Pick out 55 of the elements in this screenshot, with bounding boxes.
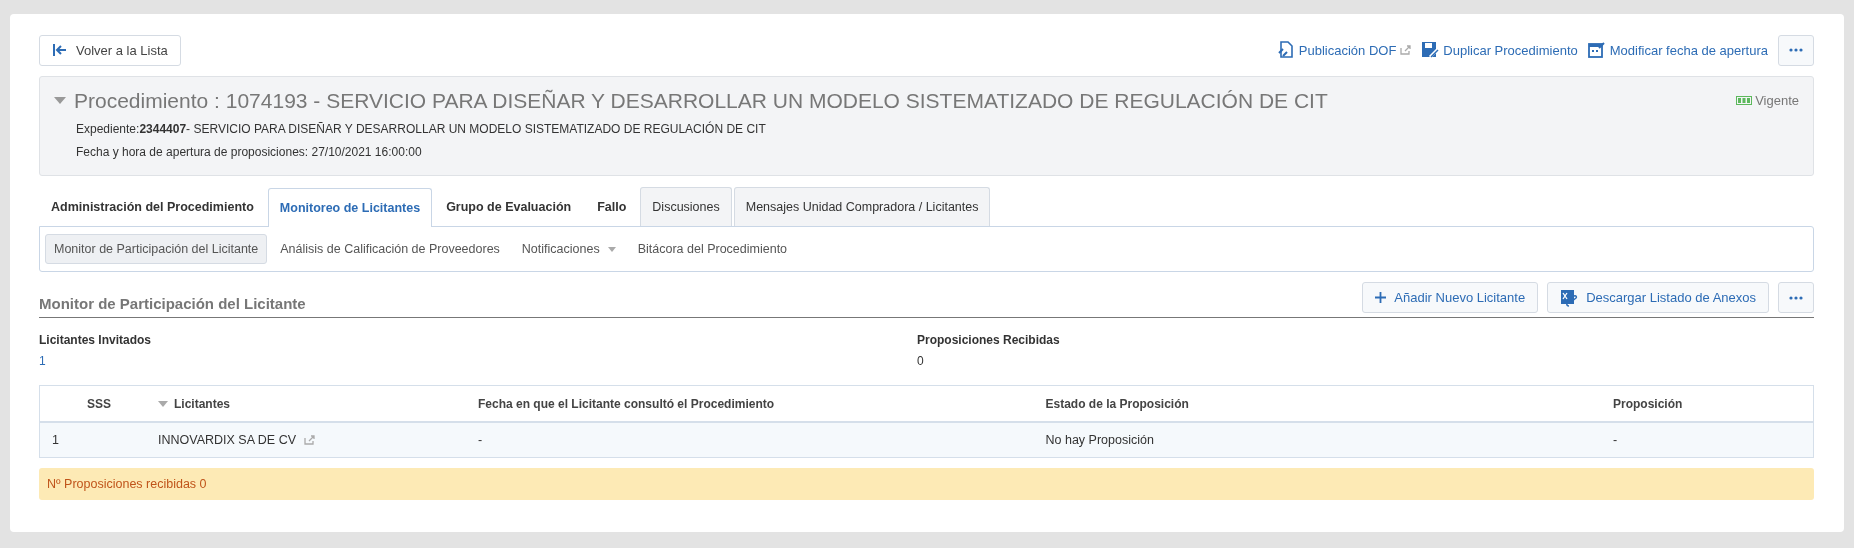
section-title: Monitor de Participación del Licitante (39, 295, 306, 312)
subtab[interactable]: Análisis de Calificación de Proveedores (271, 234, 509, 264)
ellipsis-icon (1789, 48, 1803, 52)
expediente-text: Expediente:2344407- SERVICIO PARA DISEÑAR Y DESARROLLAR UN MODELO SISTEMATIZADO DE REGULACIÓN DE CIT (76, 122, 767, 136)
cell-text: INNOVARDIX SA DE CV (158, 433, 296, 447)
tab[interactable]: Monitoreo de Licitantes (267, 188, 433, 227)
subtab[interactable]: Monitor de Participación del Licitante (45, 234, 268, 264)
warning-alert: Nº Proposiciones recibidas 0 (39, 468, 1814, 500)
stat-label: Licitantes Invitados (39, 333, 153, 347)
more-button[interactable] (1778, 282, 1814, 313)
column-label: Proposición (1613, 396, 1683, 411)
subtab[interactable]: Notificaciones (512, 234, 625, 264)
stat-value: 0 (917, 354, 924, 368)
column-label: Estado de la Proposición (1045, 396, 1189, 411)
tab[interactable]: Mensajes Unidad Compradora / Licitantes (733, 187, 991, 226)
stat-value-link[interactable]: 1 (39, 354, 46, 368)
cell-text: 1 (52, 433, 59, 447)
column-label: Licitantes (174, 396, 230, 411)
back-button[interactable]: Volver a la Lista (39, 34, 181, 66)
disk-edit-icon (1421, 41, 1440, 59)
section-button[interactable]: Descargar Listado de Anexos (1547, 282, 1769, 313)
cell-text: - (478, 433, 483, 447)
procedure-title: Procedimiento : 1074193 - SERVICIO PARA DISEÑAR Y DESARROLLAR UN MODELO SISTEMATIZADO DE REGULACIÓN DE CIT (74, 89, 1329, 113)
action-link[interactable]: Publicación DOF (1276, 41, 1412, 59)
spreadsheet-clip-icon (1560, 288, 1579, 307)
tab[interactable]: Grupo de Evaluación (434, 187, 584, 226)
action-label[interactable]: Publicación DOF (1298, 42, 1397, 58)
more-button[interactable] (1778, 34, 1814, 66)
tab[interactable]: Fallo (585, 187, 639, 226)
subtab[interactable]: Bitácora del Procedimiento (628, 234, 797, 264)
action-link[interactable]: Duplicar Procedimiento (1421, 41, 1578, 59)
external-link-icon (1400, 45, 1412, 55)
back-arrow-icon (52, 43, 68, 57)
column-label: SSS (87, 396, 111, 411)
dropdown-caret-icon (607, 246, 616, 252)
cell-text: No hay Proposición (1045, 433, 1154, 447)
plus-icon (1375, 292, 1387, 303)
document-link-icon (1276, 41, 1295, 59)
cell-text: - (1613, 433, 1618, 447)
tab[interactable]: Administración del Procedimiento (39, 187, 266, 226)
action-link[interactable]: Modificar fecha de apertura (1587, 41, 1768, 59)
column-label: Fecha en que el Licitante consultó el Procedimiento (478, 396, 775, 411)
external-link-icon[interactable] (304, 435, 315, 445)
sort-caret-icon (158, 400, 168, 407)
opening-date-text: Fecha y hora de apertura de proposiciones: 27/10/2021 16:00:00 (76, 145, 423, 159)
ellipsis-icon (1789, 295, 1803, 300)
tab[interactable]: Discusiones (640, 187, 732, 226)
calendar-edit-icon (1587, 41, 1606, 59)
collapse-caret-icon[interactable] (54, 97, 66, 105)
status-label: Vigente (1736, 93, 1799, 108)
section-button[interactable]: Añadir Nuevo Licitante (1362, 282, 1539, 313)
battery-icon (1736, 96, 1753, 105)
stat-label: Proposiciones Recibidas (917, 333, 1061, 347)
action-label[interactable]: Modificar fecha de apertura (1609, 42, 1768, 58)
action-label[interactable]: Duplicar Procedimiento (1443, 42, 1578, 58)
